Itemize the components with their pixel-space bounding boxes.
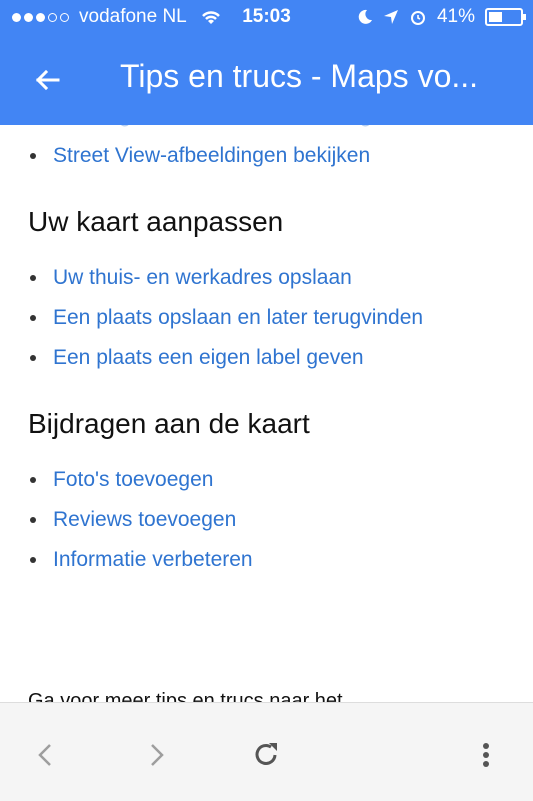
link-street-view[interactable]: Street View-afbeeldingen bekijken bbox=[0, 136, 533, 176]
link-improve-info[interactable]: Informatie verbeteren bbox=[0, 540, 533, 580]
page-title: Tips en trucs - Maps vo... bbox=[120, 58, 479, 94]
link-add-photos[interactable]: Foto's toevoegen bbox=[0, 460, 533, 500]
link-add-reviews[interactable]: Reviews toevoegen bbox=[0, 500, 533, 540]
link-save-place[interactable]: Een plaats opslaan en later terugvinden bbox=[0, 298, 533, 338]
reload-icon bbox=[255, 743, 277, 765]
status-bar: vodafone NL 15:03 41% bbox=[0, 0, 533, 36]
nav-forward-button[interactable] bbox=[138, 737, 174, 773]
battery-icon bbox=[485, 8, 526, 26]
location-arrow-icon bbox=[383, 10, 398, 24]
more-options-button[interactable] bbox=[468, 737, 504, 773]
browser-toolbar bbox=[0, 702, 533, 801]
alarm-icon bbox=[410, 11, 425, 25]
battery-percentage: 41% bbox=[436, 6, 475, 27]
nav-back-button[interactable] bbox=[28, 737, 64, 773]
section-heading-contribute: Bijdragen aan de kaart bbox=[28, 408, 310, 439]
back-arrow-icon[interactable] bbox=[28, 60, 68, 100]
article-content: Offline gebieden downloaden en gebruiken… bbox=[0, 96, 533, 580]
chevron-right-icon bbox=[151, 744, 164, 766]
link-label-place[interactable]: Een plaats een eigen label geven bbox=[0, 338, 533, 378]
link-save-home-work[interactable]: Uw thuis- en werkadres opslaan bbox=[0, 258, 533, 298]
section-heading-customize-map: Uw kaart aanpassen bbox=[28, 206, 284, 237]
moon-icon bbox=[358, 9, 372, 24]
chevron-left-icon bbox=[38, 744, 51, 766]
top-bar: vodafone NL 15:03 41% Tips en trucs - Ma… bbox=[0, 0, 533, 125]
more-vert-icon bbox=[483, 743, 489, 767]
reload-button[interactable] bbox=[248, 737, 284, 773]
app-bar: Tips en trucs - Maps vo... bbox=[0, 36, 533, 125]
